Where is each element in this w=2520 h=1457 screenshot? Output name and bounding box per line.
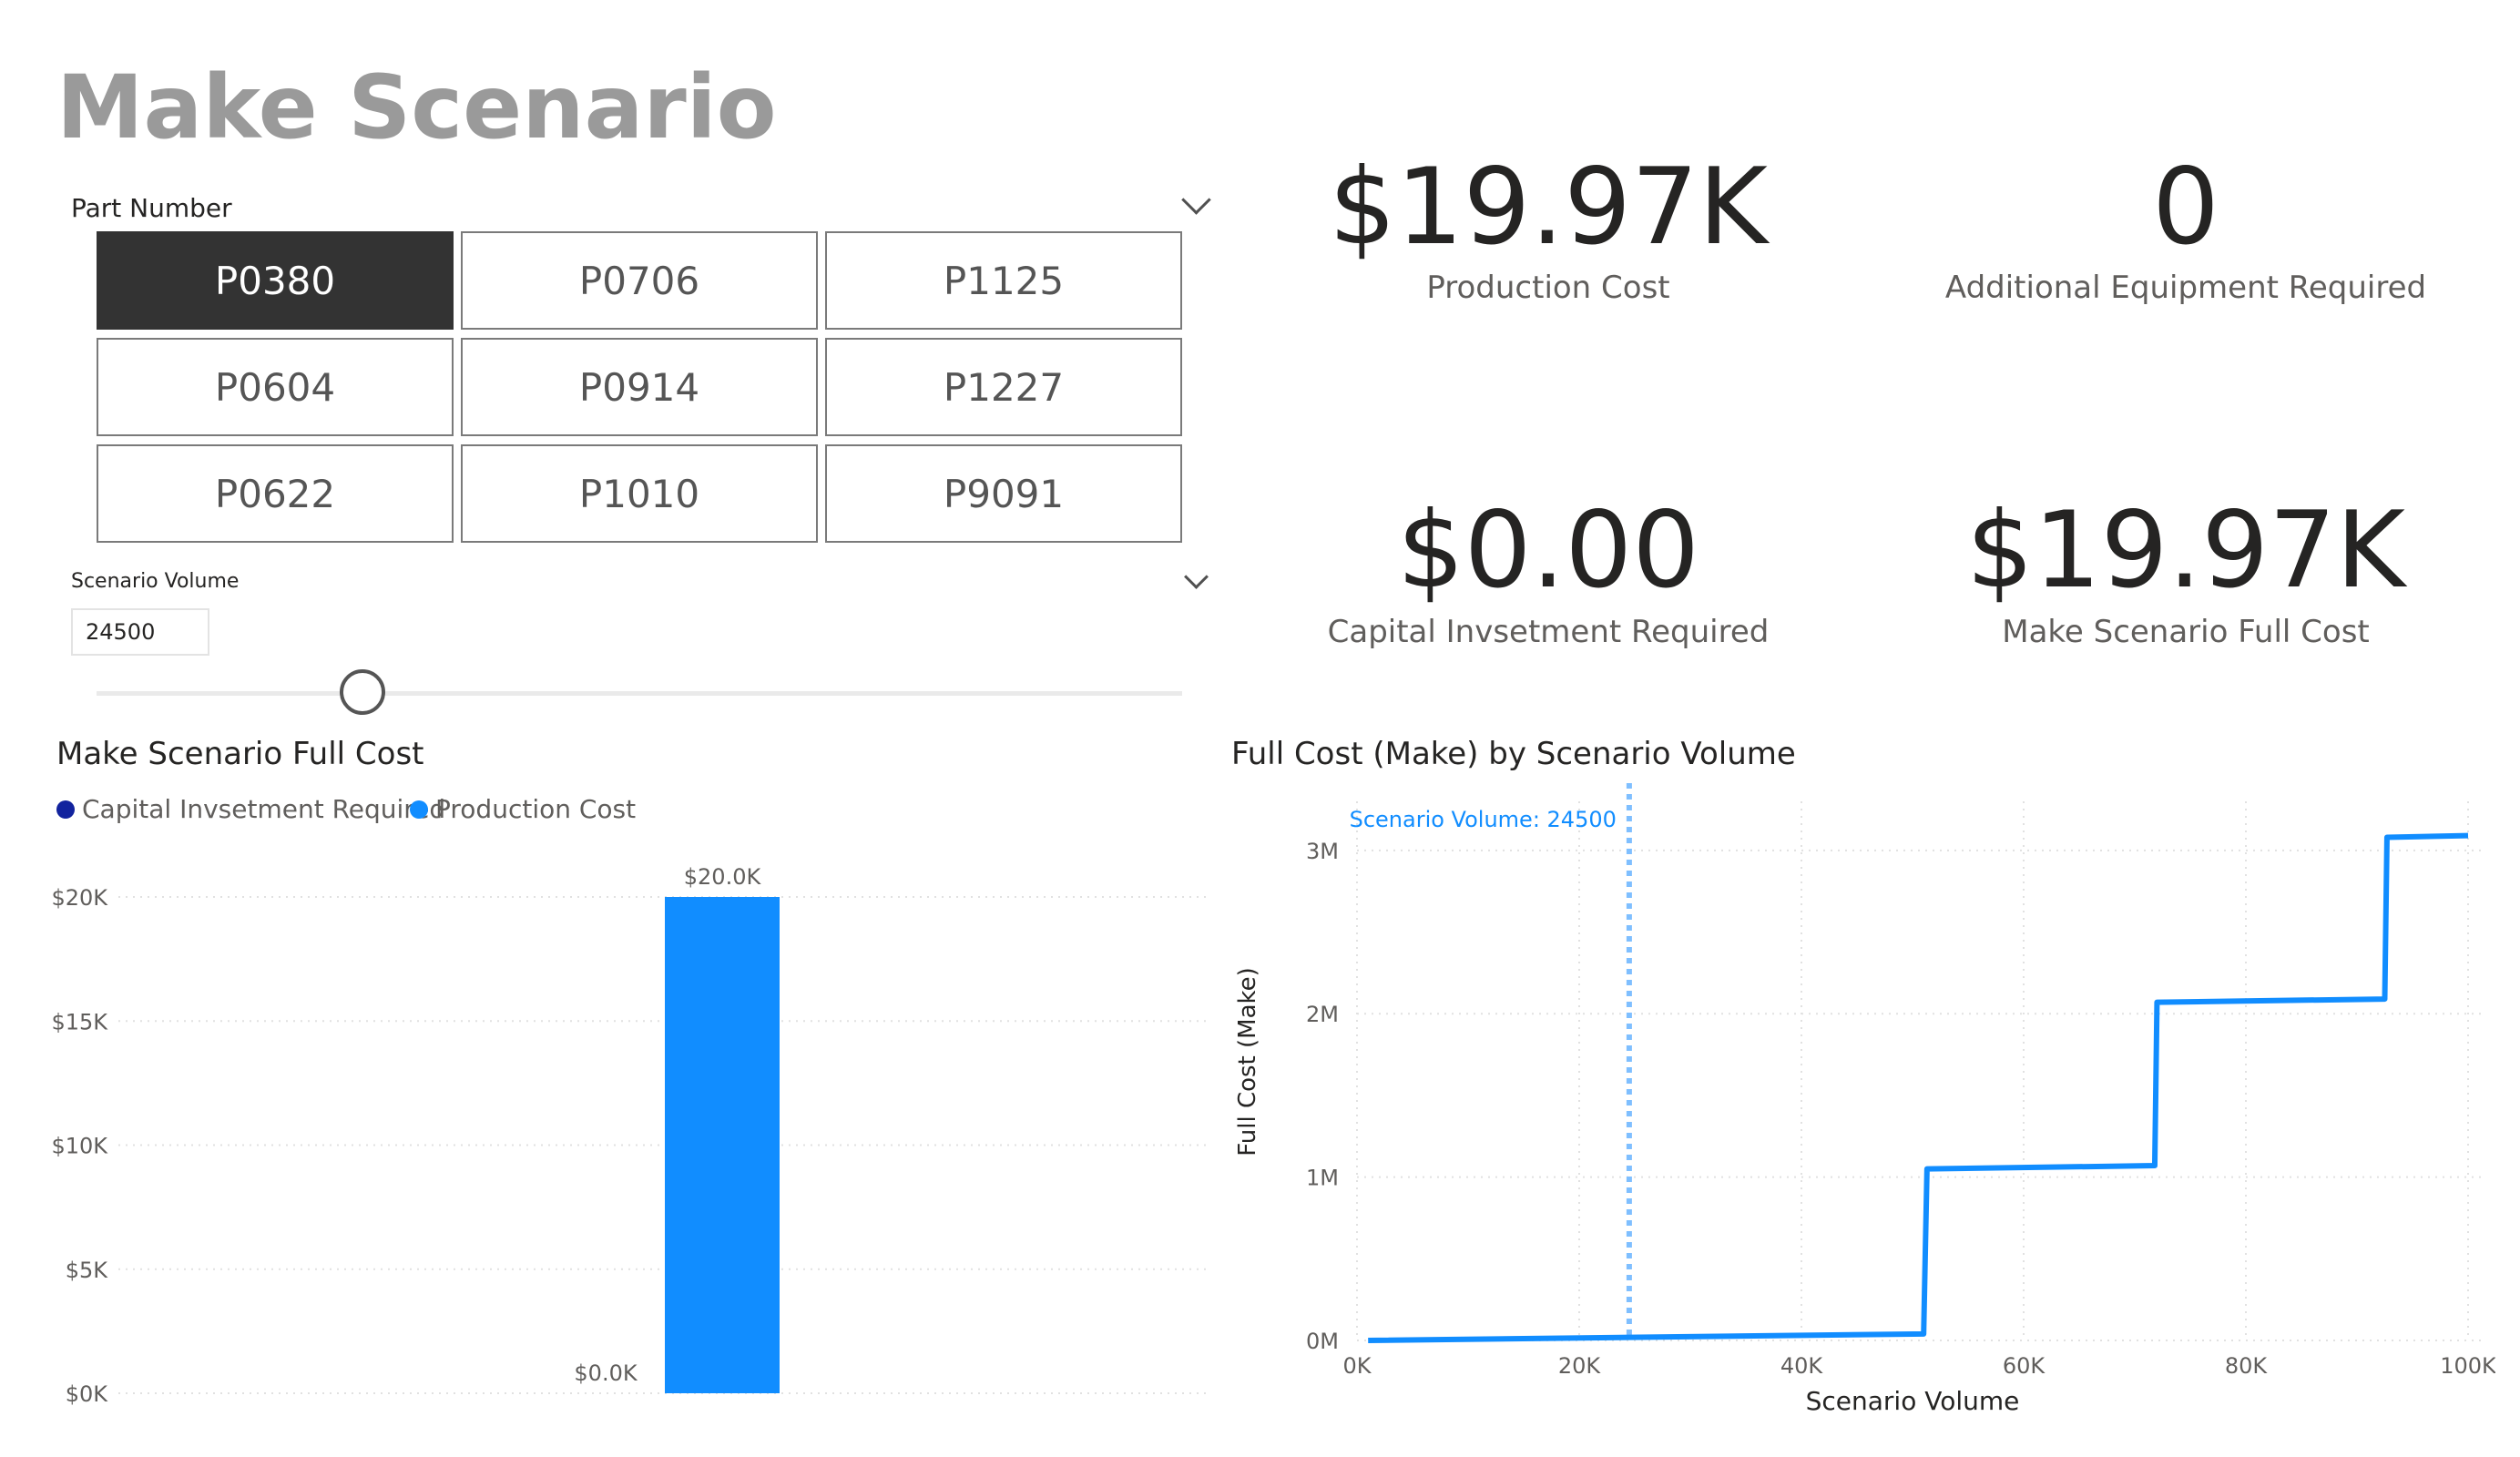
y-tick-label: 3M	[1306, 839, 1339, 864]
x-tick-label: 20K	[1558, 1353, 1602, 1379]
full-cost-value: $19.97K	[1966, 489, 2405, 612]
y-tick-label: $15K	[51, 1009, 108, 1034]
legend-item-production[interactable]: Production Cost	[410, 794, 636, 824]
reference-line-label: Scenario Volume: 24500	[1350, 807, 1617, 832]
capital-investment-label: Capital Invsetment Required	[1327, 614, 1770, 650]
x-tick-label: 80K	[2225, 1353, 2269, 1379]
part-tile[interactable]: P0380	[97, 231, 454, 330]
legend-marker	[56, 800, 75, 819]
part-tile[interactable]: P0706	[461, 231, 818, 330]
scenario-volume-slider-track[interactable]	[97, 691, 1182, 696]
part-tile[interactable]: P9091	[825, 444, 1182, 543]
production-cost-value: $19.97K	[1329, 146, 1768, 269]
part-tile[interactable]: P1227	[825, 338, 1182, 436]
x-tick-label: 0K	[1342, 1353, 1372, 1379]
series-line	[1368, 832, 2469, 1343]
legend-label: Production Cost	[435, 794, 637, 824]
production-cost-label: Production Cost	[1426, 270, 1670, 306]
part-tile[interactable]: P0914	[461, 338, 818, 436]
chevron-down-icon[interactable]	[1184, 565, 1209, 589]
y-tick-label: $0K	[66, 1381, 109, 1407]
y-tick-label: 2M	[1306, 1002, 1339, 1027]
x-tick-label: 60K	[2003, 1353, 2046, 1379]
additional-equipment-value: 0	[2152, 146, 2219, 269]
legend-item-capital[interactable]: Capital Invsetment Required	[56, 794, 445, 824]
full-cost-label: Make Scenario Full Cost	[2002, 614, 2370, 650]
legend-marker	[410, 800, 428, 819]
part-tile[interactable]: P1125	[825, 231, 1182, 330]
bar	[665, 897, 780, 1393]
y-tick-label: $20K	[51, 885, 108, 911]
x-tick-label: 40K	[1780, 1353, 1824, 1379]
additional-equipment-label: Additional Equipment Required	[1944, 270, 2427, 306]
x-axis-title: Scenario Volume	[1806, 1386, 2020, 1416]
chevron-down-icon[interactable]	[1181, 185, 1211, 215]
bar-chart-title: Make Scenario Full Cost	[56, 736, 424, 772]
line-chart-title: Full Cost (Make) by Scenario Volume	[1231, 736, 1796, 772]
bar-chart: $0K $5K $10K $15K $20K $0.0K $20.0K	[51, 864, 1211, 1407]
part-number-slicer-label: Part Number	[71, 193, 232, 223]
capital-investment-value: $0.00	[1396, 489, 1700, 612]
part-tile[interactable]: P1010	[461, 444, 818, 543]
part-tile[interactable]: P0622	[97, 444, 454, 543]
y-axis-title: Full Cost (Make)	[1234, 967, 1261, 1156]
part-tile[interactable]: P0604	[97, 338, 454, 436]
y-tick-label: $10K	[51, 1134, 108, 1159]
scenario-volume-label: Scenario Volume	[71, 570, 240, 593]
data-label: $20.0K	[684, 864, 762, 890]
part-number-slicer: P0380 P0706 P1125 P0604 P0914 P1227 P062…	[97, 231, 1182, 543]
line-chart: 0M 1M 2M 3M 0K 20K 40K 60K 80K 100K Scenario Volum…	[1234, 783, 2495, 1416]
y-tick-label: 1M	[1306, 1166, 1339, 1191]
x-tick-label: 100K	[2440, 1353, 2495, 1379]
y-tick-label: 0M	[1306, 1329, 1339, 1354]
legend-label: Capital Invsetment Required	[82, 794, 446, 824]
y-tick-label: $5K	[66, 1258, 109, 1283]
scenario-volume-input[interactable]: 24500	[71, 608, 209, 656]
page-title: Make Scenario	[56, 56, 777, 158]
scenario-volume-slider-handle[interactable]	[340, 669, 386, 715]
data-label: $0.0K	[574, 1360, 638, 1386]
